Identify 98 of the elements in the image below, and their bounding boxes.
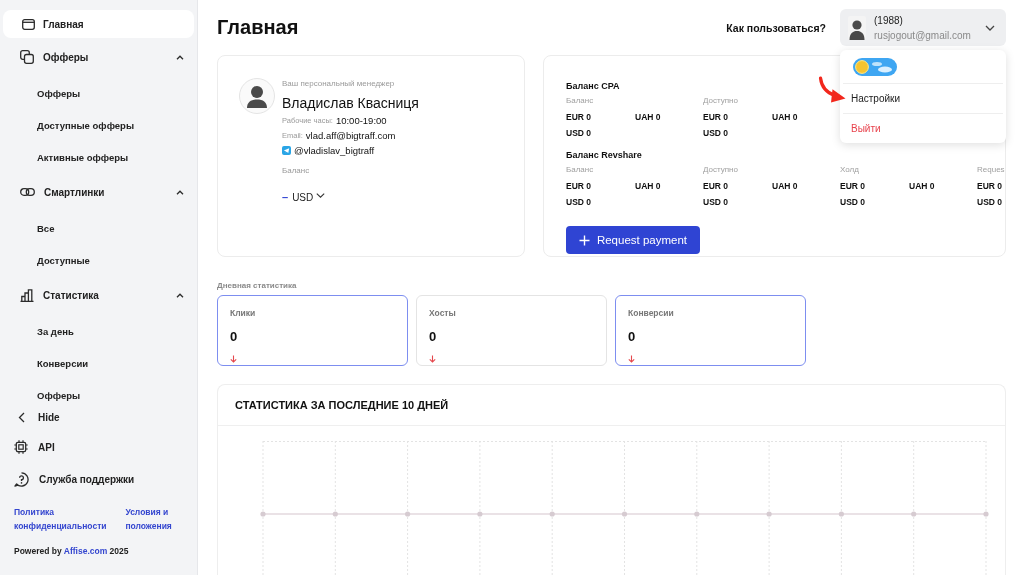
balance-value: UAH 0 <box>909 181 935 191</box>
section-label: Дневная статистика <box>217 281 297 290</box>
plus-icon <box>578 234 590 246</box>
chart-point <box>911 511 917 517</box>
stat-value: 0 <box>429 329 437 344</box>
help-link[interactable]: Как пользоваться? <box>726 21 826 34</box>
request-payment-button[interactable]: Request payment <box>566 226 700 254</box>
stat-label: Конверсии <box>628 308 674 318</box>
avatar-icon <box>848 15 866 40</box>
email-value: vlad.aff@bigtraff.com <box>305 129 396 143</box>
stat-label: Клики <box>230 308 256 318</box>
footer-link[interactable]: Политика конфиденциальности <box>14 505 114 533</box>
nav-group-header[interactable]: Смартлинки <box>3 176 194 208</box>
nav-subitem[interactable]: Доступные <box>3 249 194 271</box>
currency-select[interactable]: USD <box>292 191 326 203</box>
window-icon <box>22 18 35 30</box>
column-label: Доступно <box>703 165 738 174</box>
user-menu-button[interactable]: (1988) rusjogout@gmail.com <box>840 9 1006 46</box>
nav-subitem[interactable]: Доступные офферы <box>3 114 194 136</box>
powered-by-text: Powered by Affise.com 2025 <box>14 545 130 557</box>
chart-point <box>549 511 555 517</box>
balance-value: EUR 0 <box>703 181 729 191</box>
avatar-icon <box>239 78 275 114</box>
menu-item[interactable]: Выйти <box>843 114 1003 143</box>
balance-value: EUR 0 <box>703 112 729 122</box>
hours-value: 10:00-19:00 <box>335 114 387 128</box>
chart-point <box>405 511 411 517</box>
page-title: Главная <box>217 16 299 39</box>
balance-value: USD 0 <box>566 128 592 138</box>
balance-value: UAH 0 <box>635 181 661 191</box>
nav-subitem[interactable]: Офферы <box>3 82 194 104</box>
stat-card[interactable]: Хосты 0 <box>416 295 607 366</box>
column-label: Баланс <box>566 165 594 174</box>
balance-value: USD 0 <box>566 197 592 207</box>
stat-value: 0 <box>628 329 636 344</box>
bar-chart-icon <box>20 288 34 302</box>
chart-point <box>694 511 700 517</box>
manager-caption: Ваш персональный менеджер <box>282 78 395 89</box>
balance-value: UAH 0 <box>635 112 661 122</box>
stat-card[interactable]: Конверсии 0 <box>615 295 806 366</box>
column-label: Баланс <box>566 96 594 105</box>
column-label: Доступно <box>703 96 738 105</box>
sidebar-action[interactable]: API <box>0 436 197 458</box>
arrow-down-icon <box>230 355 237 363</box>
chart-title: СТАТИСТИКА ЗА ПОСЛЕДНИЕ 10 ДНЕЙ <box>235 399 449 411</box>
balance-amount: – <box>282 191 289 203</box>
balance-value: EUR 0 <box>566 112 592 122</box>
paper-plane-icon <box>282 146 291 155</box>
nav-subitem[interactable]: Все <box>3 217 194 239</box>
balance-value: UAH 0 <box>772 181 798 191</box>
link-icon <box>20 188 35 196</box>
arrow-down-icon <box>628 355 635 363</box>
balance-group-title: Баланс Revshare <box>566 149 643 161</box>
curved-arrow-icon <box>818 76 846 103</box>
nav-group-header[interactable]: Статистика <box>3 279 194 311</box>
nav-item[interactable]: Главная <box>3 10 194 38</box>
nav-subitem[interactable]: За день <box>3 320 194 342</box>
stat-card[interactable]: Клики 0 <box>217 295 408 366</box>
sidebar-action[interactable]: Служба поддержки <box>0 468 197 490</box>
balance-value: EUR 0 <box>566 181 592 191</box>
chart-point <box>260 511 266 517</box>
chart-point <box>332 511 338 517</box>
stat-value: 0 <box>230 329 238 344</box>
nav-subitem[interactable]: Конверсии <box>3 352 194 374</box>
chevron-down-icon <box>985 24 995 31</box>
sidebar-action[interactable]: Hide <box>0 406 197 428</box>
balance-value: EUR 0 <box>977 181 1003 191</box>
menu-item[interactable]: Настройки <box>843 84 1003 114</box>
help-icon <box>14 471 29 487</box>
nav-subitem[interactable]: Офферы <box>3 384 194 406</box>
footer-link[interactable]: Условия и положения <box>125 505 187 533</box>
chart-point <box>838 511 844 517</box>
chevron-down-icon <box>316 192 326 198</box>
chart-point <box>477 511 483 517</box>
arrow-down-icon <box>429 355 436 363</box>
chart-point <box>983 511 989 517</box>
theme-toggle[interactable] <box>853 57 897 76</box>
balance-group-title: Баланс CPA <box>566 80 621 92</box>
balance-value: UAH 0 <box>772 112 798 122</box>
affise-link[interactable]: Affise.com <box>63 546 108 556</box>
balance-value: USD 0 <box>703 197 729 207</box>
nav-group-header[interactable]: Офферы <box>3 41 194 73</box>
nav-subitem[interactable]: Активные офферы <box>3 146 194 168</box>
balance-value: USD 0 <box>703 128 729 138</box>
chart-point <box>766 511 772 517</box>
balance-value: EUR 0 <box>840 181 866 191</box>
balance-value: USD 0 <box>977 197 1003 207</box>
chart-point <box>621 511 628 517</box>
chevron-left-icon <box>18 411 25 423</box>
stat-label: Хосты <box>429 308 456 318</box>
copy-icon <box>20 50 34 64</box>
column-label: Reques <box>977 165 1005 174</box>
chip-icon <box>14 440 28 454</box>
column-label: Холд <box>840 165 859 174</box>
balance-value: USD 0 <box>840 197 866 207</box>
telegram-handle[interactable]: @vladislav_bigtraff <box>294 143 375 158</box>
balance-label: Баланс <box>282 165 310 176</box>
manager-name: Владислав Квасниця <box>282 94 419 112</box>
